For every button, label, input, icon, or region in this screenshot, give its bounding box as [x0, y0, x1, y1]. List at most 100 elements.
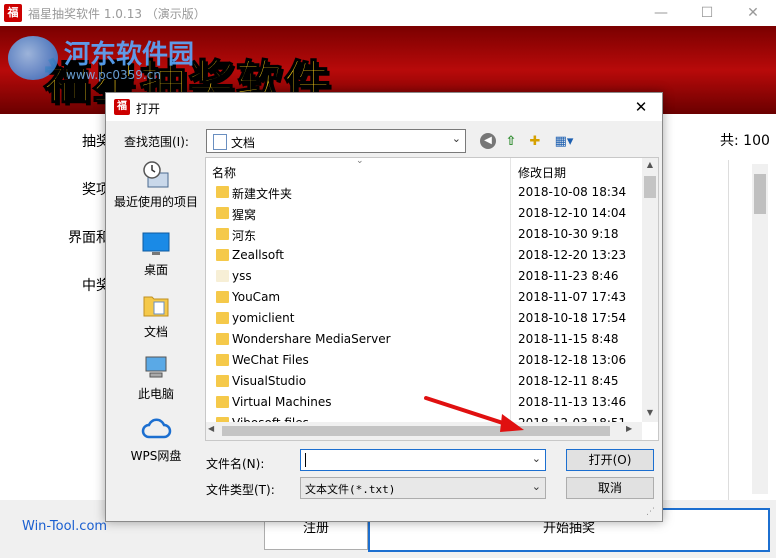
up-folder-icon[interactable]: ⇧	[502, 133, 520, 151]
chevron-down-icon: ⌄	[531, 480, 541, 493]
window-title: 福星抽奖软件 1.0.13 （演示版）	[28, 7, 206, 21]
text-caret	[305, 453, 306, 467]
file-name: 猩窝	[232, 208, 257, 222]
desktop-icon	[142, 232, 170, 255]
file-row[interactable]: 猩窝 2018-12-10 14:04	[206, 203, 642, 224]
winner-label: 中奖	[82, 278, 110, 294]
folder-icon	[216, 186, 229, 198]
place-computer[interactable]: 此电脑	[110, 351, 202, 401]
interface-label: 界面和	[68, 230, 110, 246]
scroll-left-icon[interactable]: ◀	[208, 424, 214, 433]
place-wps-cloud[interactable]: WPS网盘	[110, 413, 202, 463]
file-name: Wondershare MediaServer	[232, 332, 391, 346]
recent-icon	[143, 161, 169, 188]
folder-icon	[216, 354, 229, 366]
open-file-dialog: 福 打开 ✕ 查找范围(I): 文档 ⌄ ◀ ⇧ ✚ ▦▾ 最近使用的项目 桌面	[105, 92, 663, 522]
look-in-label: 查找范围(I):	[124, 135, 189, 149]
file-date: 2018-12-10 14:04	[518, 206, 627, 220]
folder-icon	[216, 375, 229, 387]
file-row[interactable]: Wondershare MediaServer 2018-11-15 8:48	[206, 329, 642, 350]
lottery-label: 抽奖	[82, 134, 110, 150]
app-icon: 福	[4, 4, 22, 22]
column-header-name[interactable]: 名称	[212, 164, 236, 181]
documents-icon	[143, 296, 169, 317]
participant-list-scroll-thumb[interactable]	[754, 174, 766, 214]
resize-grip-icon[interactable]: ⋰	[646, 507, 658, 519]
folder-icon	[216, 249, 229, 261]
file-date: 2018-12-18 13:06	[518, 353, 627, 367]
file-row[interactable]: 新建文件夹 2018-10-08 18:34	[206, 182, 642, 203]
place-recent[interactable]: 最近使用的项目	[110, 159, 202, 209]
file-type-dropdown[interactable]: 文本文件(*.txt) ⌄	[300, 477, 546, 499]
horizontal-scroll-thumb[interactable]	[222, 426, 610, 436]
annotation-arrow-icon	[424, 396, 524, 432]
watermark-name: 河东软件园	[64, 40, 195, 70]
file-name: Virtual Machines	[232, 395, 332, 409]
sort-arrow-icon: ⌄	[356, 157, 364, 166]
dialog-close-button[interactable]: ✕	[626, 95, 656, 119]
place-label: 桌面	[143, 263, 168, 277]
total-count: 共: 100	[720, 133, 770, 149]
file-row[interactable]: YouCam 2018-11-07 17:43	[206, 287, 642, 308]
dialog-app-icon: 福	[114, 99, 130, 115]
dialog-title-bar: 福 打开 ✕	[106, 93, 662, 121]
folder-icon	[216, 291, 229, 303]
main-title-bar: 福 福星抽奖软件 1.0.13 （演示版） — ☐ ✕	[0, 0, 776, 26]
dialog-title: 打开	[136, 102, 161, 116]
file-name-label: 文件名(N):	[206, 457, 265, 471]
folder-icon	[216, 396, 229, 408]
folder-icon	[216, 270, 229, 282]
scroll-down-icon[interactable]: ▼	[642, 408, 658, 417]
maximize-button[interactable]: ☐	[684, 0, 730, 26]
new-folder-icon[interactable]: ✚	[526, 133, 544, 151]
chevron-down-icon: ⌄	[451, 132, 461, 145]
cloud-icon	[141, 418, 172, 439]
file-row[interactable]: Zeallsoft 2018-12-20 13:23	[206, 245, 642, 266]
footer-link[interactable]: Win-Tool.com	[22, 519, 107, 534]
file-row[interactable]: VisualStudio 2018-12-11 8:45	[206, 371, 642, 392]
file-type-label: 文件类型(T):	[206, 483, 275, 497]
file-name: Zeallsoft	[232, 248, 284, 262]
minimize-button[interactable]: —	[638, 0, 684, 26]
column-header-date[interactable]: 修改日期	[518, 164, 566, 181]
file-date: 2018-10-18 17:54	[518, 311, 627, 325]
scroll-right-icon[interactable]: ▶	[626, 424, 632, 433]
file-type-value: 文本文件(*.txt)	[305, 483, 396, 496]
folder-icon	[216, 207, 229, 219]
place-label: WPS网盘	[130, 449, 182, 463]
look-in-value: 文档	[231, 136, 256, 150]
file-date: 2018-11-13 13:46	[518, 395, 627, 409]
file-date: 2018-11-23 8:46	[518, 269, 619, 283]
file-date: 2018-12-11 8:45	[518, 374, 619, 388]
open-button[interactable]: 打开(O)	[566, 449, 654, 471]
prize-label: 奖项	[82, 182, 110, 198]
file-date: 2018-10-30 9:18	[518, 227, 619, 241]
file-row[interactable]: yomiclient 2018-10-18 17:54	[206, 308, 642, 329]
view-menu-icon[interactable]: ▦▾	[550, 133, 578, 151]
place-desktop[interactable]: 桌面	[110, 227, 202, 277]
place-label: 最近使用的项目	[113, 195, 198, 209]
watermark-url: www.pc0359.cn	[66, 68, 161, 82]
file-row[interactable]: yss 2018-11-23 8:46	[206, 266, 642, 287]
cancel-button[interactable]: 取消	[566, 477, 654, 499]
place-label: 文档	[143, 325, 168, 339]
file-name: 新建文件夹	[232, 187, 293, 201]
documents-folder-icon	[213, 134, 227, 150]
file-date: 2018-12-20 13:23	[518, 248, 627, 262]
chevron-down-icon[interactable]: ⌄	[532, 452, 541, 465]
back-icon[interactable]: ◀	[480, 133, 496, 149]
folder-icon	[216, 312, 229, 324]
file-name: yss	[232, 269, 252, 283]
scroll-up-icon[interactable]: ▲	[642, 160, 658, 169]
file-name: YouCam	[232, 290, 281, 304]
file-name: VisualStudio	[232, 374, 307, 388]
file-date: 2018-10-08 18:34	[518, 185, 627, 199]
close-button[interactable]: ✕	[730, 0, 776, 26]
file-row[interactable]: WeChat Files 2018-12-18 13:06	[206, 350, 642, 371]
look-in-dropdown[interactable]: 文档 ⌄	[206, 129, 466, 153]
file-row[interactable]: 河东 2018-10-30 9:18	[206, 224, 642, 245]
folder-icon	[216, 228, 229, 240]
place-documents[interactable]: 文档	[110, 289, 202, 339]
file-name-input[interactable]: ⌄	[300, 449, 546, 471]
vertical-scroll-thumb[interactable]	[644, 176, 656, 198]
